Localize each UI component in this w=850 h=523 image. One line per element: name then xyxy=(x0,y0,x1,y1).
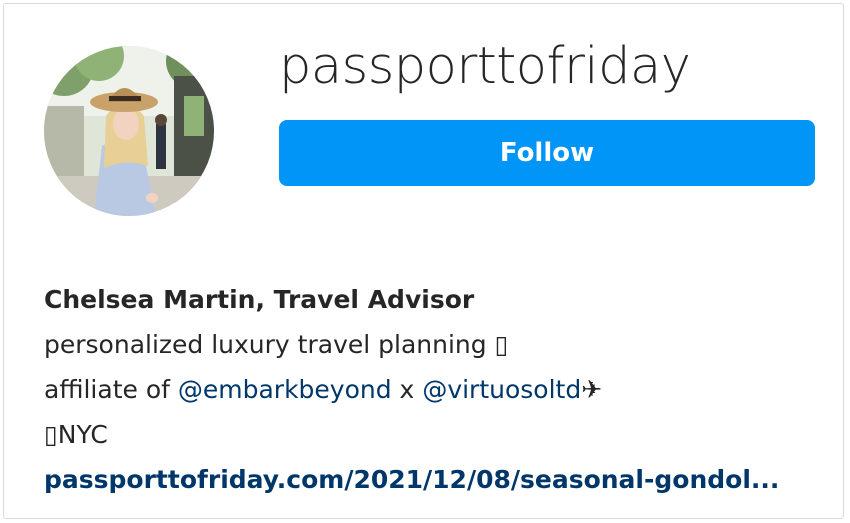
mention-virtuosoltd-link[interactable]: @virtuosoltd xyxy=(422,375,581,404)
bio-affiliate-text: affiliate of xyxy=(44,375,178,404)
bio-line-2: affiliate of @embarkbeyond x @virtuosolt… xyxy=(44,367,834,412)
profile-bio: Chelsea Martin, Travel Advisor personali… xyxy=(44,277,834,502)
profile-card: passporttofriday Follow Chelsea Martin, … xyxy=(3,3,844,519)
bio-x-text: x xyxy=(391,375,423,404)
avatar-photo xyxy=(44,46,214,216)
profile-website-link[interactable]: passporttofriday.com/2021/12/08/seasonal… xyxy=(44,457,804,502)
airplane-icon: ✈ xyxy=(581,375,603,404)
profile-avatar[interactable] xyxy=(44,46,214,216)
profile-full-name: Chelsea Martin, Travel Advisor xyxy=(44,285,475,314)
bio-line-3: ▯NYC xyxy=(44,420,108,449)
follow-button[interactable]: Follow xyxy=(279,120,815,186)
bio-line-1: personalized luxury travel planning ▯ xyxy=(44,330,509,359)
mention-embarkbeyond-link[interactable]: @embarkbeyond xyxy=(178,375,392,404)
profile-username: passporttofriday xyxy=(279,37,691,96)
